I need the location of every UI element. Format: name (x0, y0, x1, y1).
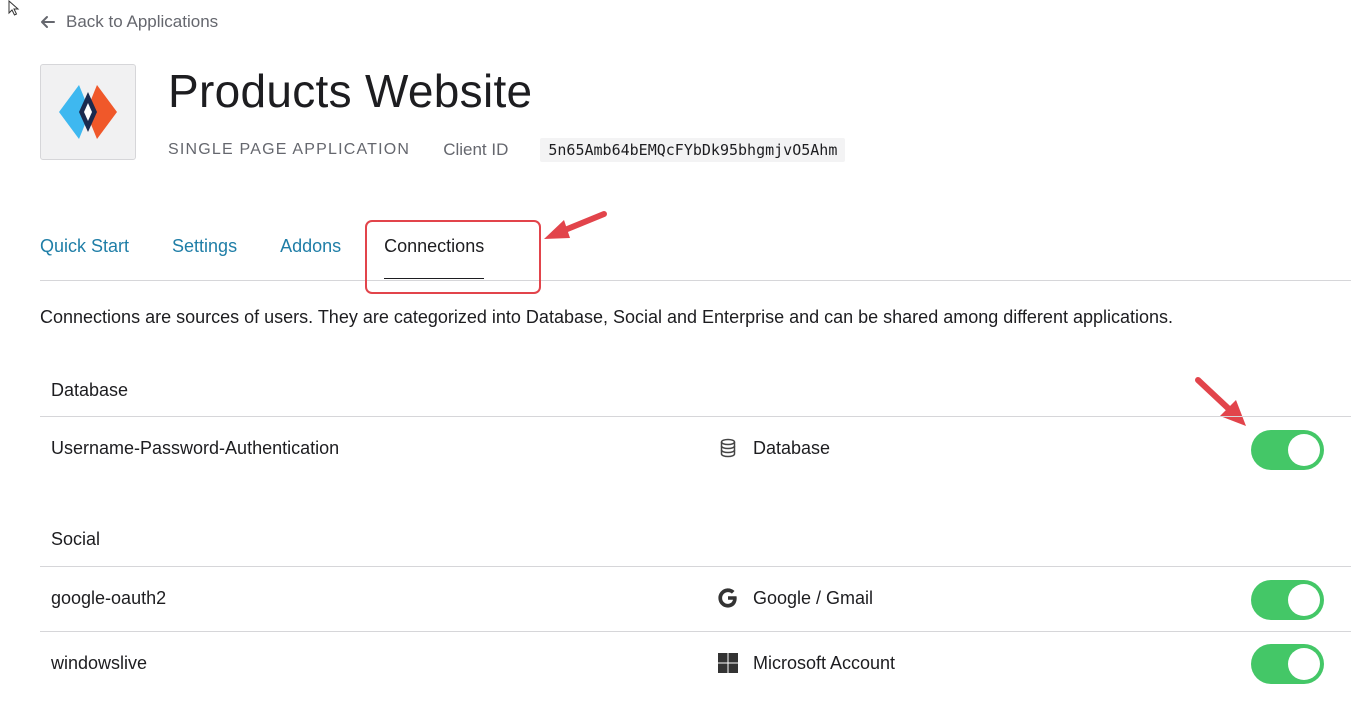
section-heading-social: Social (51, 529, 101, 549)
toggle-knob (1288, 584, 1320, 616)
annotation-highlight-box (365, 220, 541, 294)
connection-name: windowslive (51, 653, 148, 673)
tab-settings[interactable]: Settings (172, 236, 237, 257)
connection-type-label: Google / Gmail (753, 587, 874, 608)
tabs-divider (40, 280, 1351, 281)
back-to-applications-link[interactable]: Back to Applications (40, 12, 218, 32)
connection-type: Microsoft Account (716, 651, 895, 675)
connection-name: Username-Password-Authentication (51, 438, 340, 458)
connection-name: google-oauth2 (51, 588, 167, 608)
app-logo-icon (59, 85, 117, 139)
connection-row: windowslive Microsoft Account (0, 645, 1351, 685)
divider (40, 416, 1351, 417)
connection-row: google-oauth2 Google / Gmail (0, 580, 1351, 620)
tab-quick-start[interactable]: Quick Start (40, 236, 129, 257)
enable-connection-toggle[interactable] (1251, 580, 1324, 620)
page-title: Products Website (168, 65, 533, 117)
divider (40, 631, 1351, 632)
connections-description: Connections are sources of users. They a… (40, 307, 1174, 327)
toggle-knob (1288, 648, 1320, 680)
client-id-value[interactable]: 5n65Amb64bEMQcFYbDk95bhgmjvO5Ahm (540, 138, 846, 162)
back-link-label: Back to Applications (66, 12, 219, 31)
windows-icon (716, 651, 740, 675)
section-heading-database: Database (51, 380, 129, 400)
mouse-cursor-icon (8, 0, 20, 16)
annotation-arrow-icon (544, 211, 607, 239)
app-type-label: SINGLE PAGE APPLICATION (168, 141, 411, 158)
client-id-label: Client ID (443, 140, 509, 159)
arrow-left-icon (41, 16, 55, 28)
database-icon (716, 436, 740, 460)
toggle-knob (1288, 434, 1320, 466)
connection-type-label: Microsoft Account (753, 652, 896, 673)
enable-connection-toggle[interactable] (1251, 644, 1324, 684)
app-logo (40, 64, 136, 160)
connection-type: Database (716, 436, 830, 460)
connection-type-label: Database (753, 437, 831, 458)
tab-addons[interactable]: Addons (280, 236, 341, 257)
connection-row: Username-Password-Authentication Databas… (0, 430, 1351, 470)
app-meta: SINGLE PAGE APPLICATION Client ID 5n65Am… (168, 138, 846, 162)
connection-type: Google / Gmail (716, 586, 873, 610)
divider (40, 566, 1351, 567)
google-icon (716, 586, 740, 610)
enable-connection-toggle[interactable] (1251, 430, 1324, 470)
annotation-arrow-icon (1195, 377, 1246, 426)
